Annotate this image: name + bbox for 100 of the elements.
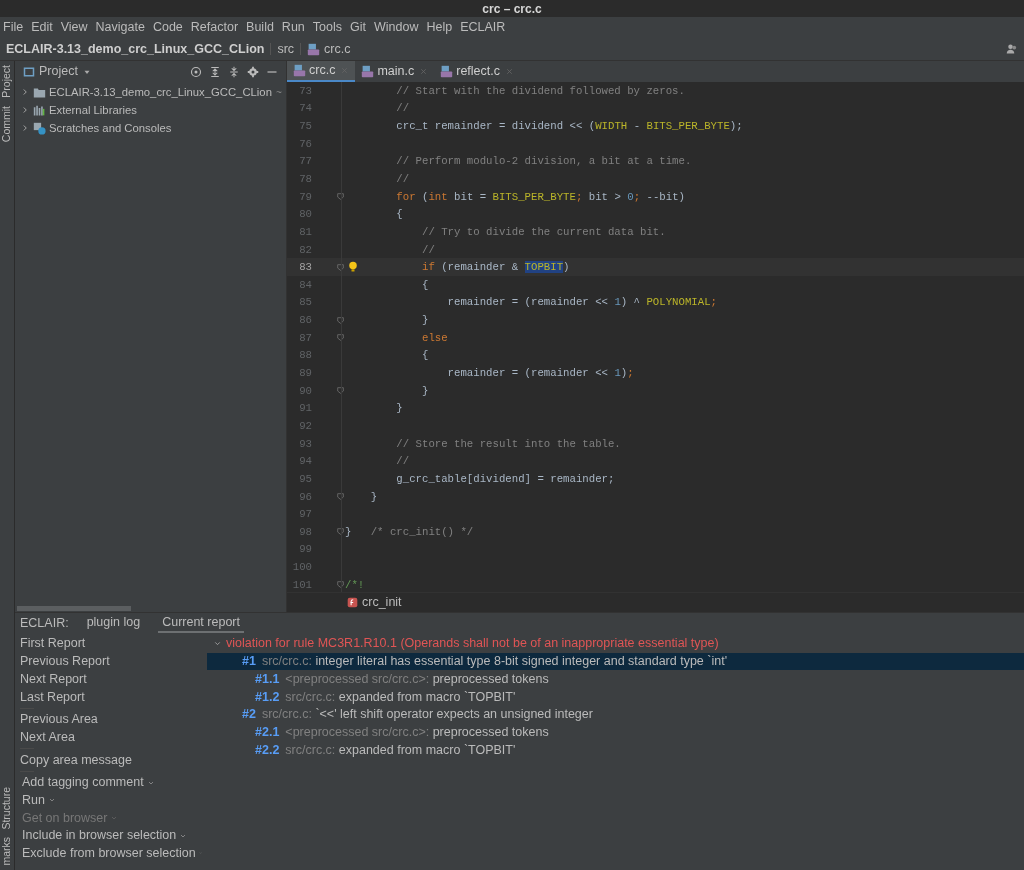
menu-item[interactable]: Refactor <box>190 18 239 37</box>
collapse-all-icon <box>228 65 240 78</box>
breadcrumb-item[interactable]: src <box>277 39 295 59</box>
menu-item[interactable]: Navigate <box>95 18 145 37</box>
line-number: 98 <box>298 524 312 540</box>
code-line: remainder = (remainder << 1) ^ POLYNOMIAL; <box>446 295 717 311</box>
code-line: // <box>395 454 410 470</box>
action-link[interactable]: Copy area message <box>20 751 202 769</box>
line-number: 84 <box>298 277 312 293</box>
expand-all-icon <box>209 65 221 78</box>
report-entry[interactable]: #1.1 <preprocessed src/crc.c>: preprocessed tokens <box>207 670 1024 689</box>
line-number: 87 <box>298 330 312 346</box>
action-link[interactable]: Previous Report <box>20 652 202 671</box>
editor-tab[interactable]: crc.c <box>287 61 356 82</box>
report-entry[interactable]: #1 src/crc.c: integer literal has essential type 8-bit signed integer and standard type `int' <box>207 652 1024 671</box>
menu-item[interactable]: Git <box>350 18 366 37</box>
line-number: 73 <box>298 83 312 99</box>
menu-item[interactable]: Help <box>426 18 453 37</box>
menu-item[interactable]: File <box>3 18 24 37</box>
code-line: } <box>420 383 429 399</box>
line-number: 82 <box>298 242 312 258</box>
target-icon <box>190 65 202 78</box>
panel-tab[interactable]: plugin log <box>82 613 145 633</box>
close-icon <box>505 67 514 76</box>
code-line: // Start with the dividend followed by zeros. <box>395 83 685 99</box>
menu-item[interactable]: Code <box>152 18 183 37</box>
code-line: // <box>395 101 410 117</box>
menu-item[interactable]: Tools <box>312 18 342 37</box>
line-number: 93 <box>298 436 312 452</box>
breadcrumb-item[interactable]: ECLAIR-3.13_demo_crc_Linux_GCC_CLion <box>6 39 265 59</box>
line-number: 96 <box>298 489 312 505</box>
panel-icon <box>23 65 35 78</box>
line-number: 94 <box>298 454 312 470</box>
code-line: } /* crc_init() */ <box>345 524 474 540</box>
window-title: crc – crc.c <box>482 0 542 18</box>
line-number: 74 <box>298 101 312 117</box>
line-number: 97 <box>298 507 312 523</box>
c-file-icon <box>293 64 306 77</box>
editor-tab[interactable]: main.c <box>355 61 435 82</box>
line-number: 79 <box>298 189 312 205</box>
menu-item[interactable]: Edit <box>31 18 53 37</box>
action-link[interactable]: Last Report <box>20 688 202 706</box>
dropdown-action[interactable]: Add tagging comment <box>20 773 202 792</box>
function-icon <box>347 597 358 608</box>
side-tab[interactable]: marks <box>0 837 15 866</box>
code-line: { <box>420 348 429 364</box>
line-number: 101 <box>291 577 312 592</box>
side-tab[interactable]: Project <box>0 65 15 98</box>
code-line: // Store the result into the table. <box>395 436 621 452</box>
close-icon <box>419 67 429 76</box>
action-link[interactable]: Next Area <box>20 728 202 747</box>
code-line: } <box>420 313 429 329</box>
code-line: } <box>369 489 378 505</box>
folder-icon <box>33 85 46 99</box>
report-entry[interactable]: #2 src/crc.c: `<<' left shift operator expects an unsigned integer <box>207 705 1024 724</box>
side-tab[interactable]: Structure <box>0 786 15 830</box>
side-tab[interactable]: Commit <box>0 105 15 142</box>
line-number: 81 <box>298 224 312 240</box>
code-line: // Perform modulo-2 division, a bit at a time. <box>395 154 692 170</box>
menu-item[interactable]: ECLAIR <box>460 18 506 37</box>
tree-item[interactable]: ECLAIR-3.13_demo_crc_Linux_GCC_CLion <box>49 83 272 101</box>
menu-item[interactable]: Window <box>373 18 419 37</box>
action-link[interactable]: Previous Area <box>20 710 202 729</box>
library-icon <box>33 103 46 117</box>
tree-item[interactable]: Scratches and Consoles <box>49 119 172 137</box>
code-line: g_crc_table[dividend] = remainder; <box>395 471 615 487</box>
breadcrumb-item[interactable]: crc_init <box>362 593 402 612</box>
report-entry[interactable]: #1.2 src/crc.c: expanded from macro `TOPBIT' <box>207 688 1024 706</box>
code-line: crc_t remainder = dividend << (WIDTH - BITS_PER_BYTE); <box>395 119 743 135</box>
scrollbar-thumb[interactable] <box>17 605 131 611</box>
dropdown-action[interactable]: Run <box>20 791 202 810</box>
report-entry[interactable]: #2.2 src/crc.c: expanded from macro `TOPBIT' <box>207 741 1024 759</box>
dropdown-action[interactable]: Exclude from browser selection <box>20 844 202 863</box>
breadcrumb-item[interactable]: crc.c <box>324 39 351 59</box>
c-file-icon <box>361 65 375 78</box>
tree-item[interactable]: External Libraries <box>49 101 137 119</box>
line-number: 95 <box>298 471 312 487</box>
scratches-icon <box>33 121 46 135</box>
report-entry[interactable]: #2.1 <preprocessed src/crc.c>: preprocessed tokens <box>207 723 1024 742</box>
code-line: remainder = (remainder << 1); <box>446 366 634 382</box>
line-number: 85 <box>298 295 312 311</box>
dropdown-action[interactable]: Include in browser selection <box>20 826 202 845</box>
action-link[interactable]: Next Report <box>20 670 202 689</box>
panel-title[interactable]: Project <box>39 62 78 81</box>
line-number: 77 <box>298 154 312 170</box>
action-link[interactable]: First Report <box>20 635 202 653</box>
line-number: 92 <box>298 418 312 434</box>
line-number: 88 <box>298 348 312 364</box>
editor-tab[interactable]: reflect.c <box>434 61 520 82</box>
code-line: else <box>420 330 448 346</box>
c-file-icon <box>440 65 454 78</box>
code-line: if (remainder & TOPBIT) <box>420 260 570 276</box>
menu-item[interactable]: Build <box>246 18 274 37</box>
code-line: // Try to divide the current data bit. <box>420 224 666 240</box>
menu-item[interactable]: Run <box>281 18 305 37</box>
code-line: } <box>395 401 403 417</box>
violation-title[interactable]: violation for rule MC3R1.R10.1 (Operands shall not be of an inappropriate essential type) <box>226 634 719 654</box>
code-line: { <box>395 207 403 223</box>
menu-item[interactable]: View <box>60 18 88 37</box>
code-line: for (int bit = BITS_PER_BYTE; bit > 0; --bit) <box>395 189 685 205</box>
